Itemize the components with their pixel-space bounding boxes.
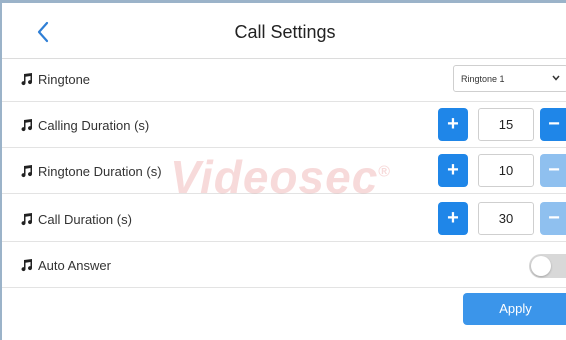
call-duration-decrease-button[interactable]: −: [540, 202, 566, 235]
header-bar: Call Settings: [2, 3, 566, 59]
ringtone-duration-row: Ringtone Duration (s) + 10 −: [2, 148, 566, 194]
auto-answer-label: Auto Answer: [38, 257, 111, 273]
call-duration-increase-button[interactable]: +: [438, 202, 468, 235]
ringtone-select[interactable]: Ringtone 1: [453, 65, 566, 92]
back-button[interactable]: [28, 17, 58, 47]
apply-button[interactable]: Apply: [463, 293, 566, 325]
music-note-icon: [21, 165, 33, 178]
ringtone-duration-label-group: Ringtone Duration (s): [20, 148, 162, 194]
call-duration-label: Call Duration (s): [38, 211, 132, 227]
calling-duration-label: Calling Duration (s): [38, 117, 150, 133]
music-note-icon: [21, 119, 33, 132]
music-note-icon: [21, 259, 33, 272]
page-title: Call Settings: [234, 22, 336, 42]
ringtone-duration-increase-button[interactable]: +: [438, 154, 468, 187]
ringtone-duration-label: Ringtone Duration (s): [38, 163, 162, 179]
auto-answer-toggle[interactable]: [529, 254, 566, 278]
toggle-knob: [531, 256, 551, 276]
auto-answer-row: Auto Answer: [2, 242, 566, 288]
ringtone-duration-value[interactable]: 10: [478, 154, 534, 187]
calling-duration-label-group: Calling Duration (s): [20, 102, 149, 148]
call-duration-row: Call Duration (s) + 30 −: [2, 196, 566, 242]
ringtone-label: Ringtone: [38, 71, 91, 87]
calling-duration-value[interactable]: 15: [478, 108, 534, 141]
ringtone-label-group: Ringtone: [20, 56, 90, 102]
calling-duration-decrease-button[interactable]: −: [540, 108, 566, 141]
call-duration-label-group: Call Duration (s): [20, 196, 132, 242]
chevron-left-icon: [37, 21, 49, 43]
call-duration-value[interactable]: 30: [478, 202, 534, 235]
call-settings-screen: Call Settings Ringtone Ringtone 1 Callin…: [0, 0, 566, 340]
music-note-icon: [21, 73, 33, 86]
ringtone-row: Ringtone Ringtone 1: [2, 56, 566, 102]
calling-duration-row: Calling Duration (s) + 15 −: [2, 102, 566, 148]
ringtone-duration-decrease-button[interactable]: −: [540, 154, 566, 187]
chevron-down-icon: [552, 75, 560, 81]
ringtone-selected-value: Ringtone 1: [461, 73, 505, 84]
music-note-icon: [21, 213, 33, 226]
calling-duration-increase-button[interactable]: +: [438, 108, 468, 141]
auto-answer-label-group: Auto Answer: [20, 242, 111, 288]
